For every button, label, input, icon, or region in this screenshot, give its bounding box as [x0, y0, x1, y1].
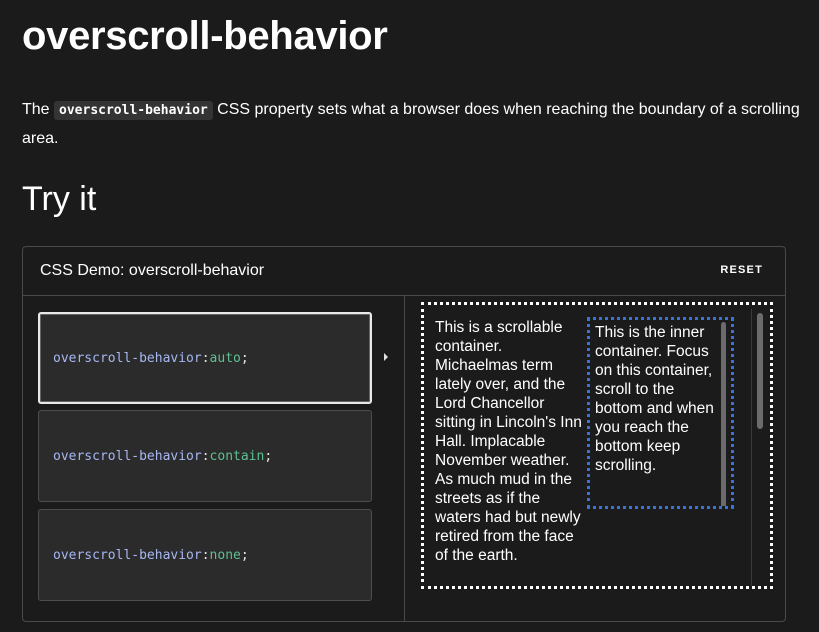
- choice-property: overscroll-behavior: [53, 547, 202, 563]
- reset-button[interactable]: RESET: [720, 264, 763, 276]
- choice-value: auto: [209, 350, 241, 366]
- choice-auto[interactable]: overscroll-behavior: auto;: [38, 312, 372, 404]
- output-pane: This is a scrollable container. Michaelm…: [405, 296, 785, 621]
- choice-semicolon: ;: [264, 448, 273, 464]
- choice-property: overscroll-behavior: [53, 448, 202, 464]
- choice-value: none: [209, 547, 241, 563]
- choice-none[interactable]: overscroll-behavior: none;: [38, 509, 372, 601]
- intro-paragraph: The overscroll-behavior CSS property set…: [22, 96, 802, 153]
- choice-property: overscroll-behavior: [53, 350, 202, 366]
- outer-container-text: This is a scrollable container. Michaelm…: [435, 319, 582, 564]
- choice-contain[interactable]: overscroll-behavior: contain;: [38, 410, 372, 502]
- choice-semicolon: ;: [240, 547, 249, 563]
- outer-scroll-container[interactable]: This is a scrollable container. Michaelm…: [421, 302, 773, 589]
- inner-container-text: This is the inner container. Focus on th…: [595, 324, 714, 474]
- choices-column: overscroll-behavior: auto; overscroll-be…: [23, 296, 405, 621]
- inner-scroll-container[interactable]: This is the inner container. Focus on th…: [587, 317, 734, 509]
- intro-text-before: The: [22, 101, 55, 118]
- intro-code: overscroll-behavior: [54, 101, 213, 120]
- demo-header: CSS Demo: overscroll-behavior RESET: [23, 247, 785, 296]
- outer-scrollbar-thumb[interactable]: [757, 313, 763, 429]
- inner-scrollbar-thumb[interactable]: [721, 322, 726, 506]
- choice-value: contain: [209, 448, 265, 464]
- page-title: overscroll-behavior: [22, 14, 388, 58]
- section-heading-try-it: Try it: [22, 180, 97, 218]
- caret-right-icon: [384, 353, 388, 361]
- choice-colon: :: [201, 350, 210, 366]
- choice-colon: :: [201, 547, 210, 563]
- css-demo-panel: CSS Demo: overscroll-behavior RESET over…: [22, 246, 786, 622]
- choice-semicolon: ;: [240, 350, 249, 366]
- choice-colon: :: [201, 448, 210, 464]
- demo-title: CSS Demo: overscroll-behavior: [40, 262, 265, 279]
